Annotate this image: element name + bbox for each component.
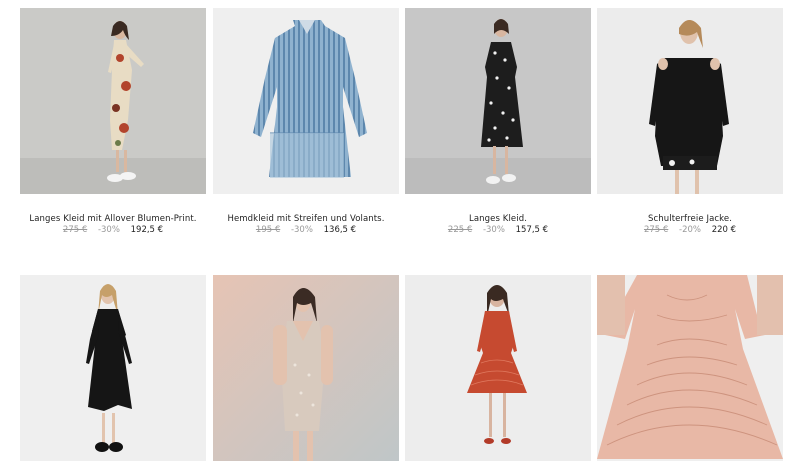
sequin-mini-dress-photo[interactable] [213,275,399,461]
black-pleated-dress-photo[interactable] [20,275,206,461]
old-price: 275 € [62,225,88,235]
product-price: 195 € -30% 136,5 € [213,225,399,235]
discount-badge: -30% [290,225,313,235]
red-lace-dress-photo[interactable] [405,275,591,461]
old-price: 195 € [255,225,281,235]
product-title[interactable]: Langes Kleid mit Allover Blumen-Print. [20,214,206,224]
sale-price: 192,5 € [130,225,164,235]
pink-lace-dress-photo[interactable] [597,275,783,461]
product-price: 275 € -30% 192,5 € [20,225,206,235]
product-title[interactable]: Schulterfreie Jacke. [597,214,783,224]
striped-shirt-dress-photo[interactable] [213,8,399,194]
product-price: 275 € -20% 220 € [597,225,783,235]
cold-shoulder-jacket-photo[interactable] [597,8,783,194]
dotted-long-dress-photo[interactable] [405,8,591,194]
sale-price: 220 € [711,225,737,235]
old-price: 275 € [643,225,669,235]
product-price: 225 € -30% 157,5 € [405,225,591,235]
sale-price: 136,5 € [323,225,357,235]
sale-price: 157,5 € [515,225,549,235]
discount-badge: -30% [482,225,505,235]
floral-long-dress-photo[interactable] [20,8,206,194]
product-title[interactable]: Langes Kleid. [405,214,591,224]
discount-badge: -30% [97,225,120,235]
old-price: 225 € [447,225,473,235]
product-title[interactable]: Hemdkleid mit Streifen und Volants. [213,214,399,224]
discount-badge: -20% [679,225,701,235]
